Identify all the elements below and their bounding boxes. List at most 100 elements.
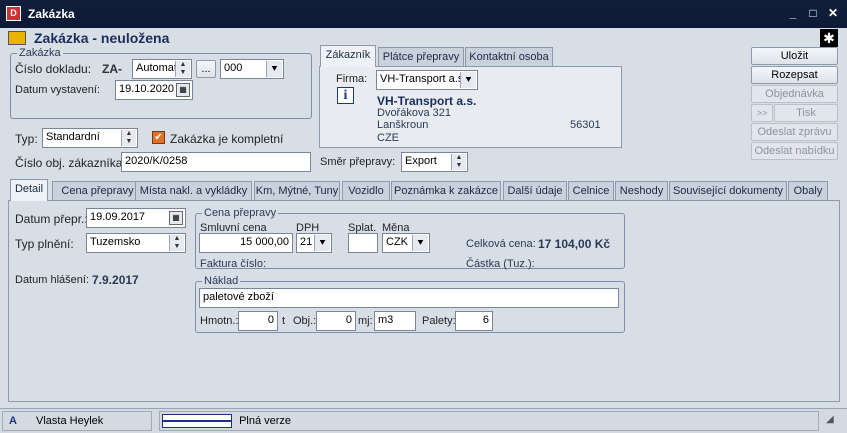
contract-price-input[interactable]: 15 000,00 [199,233,293,253]
pallets-input[interactable]: 6 [455,311,493,331]
doc-series-select[interactable]: 000 ⯆ [220,59,284,79]
spinner-arrows-icon[interactable]: ▲ ▼ [175,61,190,77]
tab-platce-prepravy[interactable]: Plátce přepravy [378,47,464,67]
print-options-button[interactable]: >> [751,104,773,122]
type-spinner[interactable]: Standardní ▲ ▼ [42,128,138,148]
tab-detail[interactable]: Detail [10,179,48,201]
window-titlebar[interactable]: D Zakázka _ □ ✕ [0,0,847,28]
price-group-label: Cena přepravy [202,207,279,219]
direction-label: Směr přepravy: [320,156,396,168]
order-number-input[interactable]: 2020/K/0258 [121,152,311,172]
status-user-cell: A Vlasta Heylek [2,411,152,431]
calendar-icon[interactable]: ▦ [169,211,183,225]
weight-input[interactable]: 0 [238,311,278,331]
app-icon: D [6,6,21,21]
resize-grip-icon[interactable]: ◢ [826,414,834,425]
cargo-description-input[interactable]: paletové zboží [199,288,619,308]
tab-poznamka[interactable]: Poznámka k zakázce [391,181,501,201]
customer-zip: 56301 [570,119,601,131]
complete-checkbox-label: Zakázka je kompletní [170,132,284,146]
vat-value: 21 [300,236,313,248]
dropdown-arrow-icon[interactable]: ⯆ [460,72,476,88]
customer-country: CZE [377,132,399,144]
dropdown-arrow-icon[interactable]: ⯆ [314,235,330,251]
gear-icon[interactable]: ✱ [820,29,838,47]
status-version-cell: Plná verze [159,411,819,431]
fulfilment-value: Tuzemsko [90,236,141,248]
spinner-arrows-icon[interactable]: ▲ ▼ [451,154,466,170]
spinner-arrows-icon[interactable]: ▲ ▼ [169,235,184,251]
type-value: Standardní [46,131,100,143]
tab-vozidlo[interactable]: Vozidlo [342,181,390,201]
send-offer-button[interactable]: Odeslat nabídku [751,142,838,160]
truck-icon [8,31,26,45]
pallets-label: Palety: [422,315,456,327]
doc-series-value: 000 [224,62,243,74]
firm-label: Firma: [336,73,368,85]
due-input[interactable] [348,233,378,253]
total-price-value: 17 104,00 Kč [538,237,611,251]
transport-date-value: 19.09.2017 [90,211,146,223]
minimize-icon[interactable]: _ [785,6,801,20]
send-message-button[interactable]: Odeslat zprávu [751,123,838,141]
status-user: Vlasta Heylek [36,415,104,427]
customer-city: Lanškroun [377,119,429,131]
tab-zakaznik[interactable]: Zákazník [320,45,376,67]
transport-date-label: Datum přepr.: [15,212,88,226]
window-title: Zakázka [28,7,75,21]
doc-prefix: ZA- [102,62,122,76]
fulfilment-spinner[interactable]: Tuzemsko ▲ ▼ [86,233,186,253]
report-date-value: 7.9.2017 [92,273,139,287]
version-indicator [162,414,232,429]
tab-mista-nakladky[interactable]: Místa nakl. a vykládky [135,181,252,201]
tab-dalsi-udaje[interactable]: Další údaje [503,181,567,201]
tab-km-mytne[interactable]: Km, Mýtné, Tuny [254,181,340,201]
volume-input[interactable]: 0 [316,311,356,331]
customer-street: Dvořákova 321 [377,107,451,119]
cargo-group-label: Náklad [202,275,241,287]
total-price-label: Celková cena: [466,238,536,250]
firm-select-value: VH-Transport a.s. [380,73,467,85]
issue-date-value: 19.10.2020 [119,83,175,95]
tab-celnice[interactable]: Celnice [568,181,614,201]
main-tabs: Detail Cena přepravy Místa nakl. a vyklá… [10,179,840,201]
form-header: Zakázka - neuložena ✱ [8,29,838,47]
tab-kontaktni-osoba[interactable]: Kontaktní osoba [465,47,553,67]
invoice-number-label: Faktura číslo: [200,258,267,270]
status-bar: A Vlasta Heylek Plná verze ◢ [0,408,847,433]
split-button[interactable]: Rozepsat [751,66,838,84]
info-icon[interactable]: i [337,87,354,104]
spinner-arrows-icon[interactable]: ▲ ▼ [121,130,136,146]
vat-select[interactable]: 21 ⯆ [296,233,332,253]
firm-select[interactable]: VH-Transport a.s. ⯆ [376,70,478,90]
calendar-icon[interactable]: ▦ [176,83,190,97]
doc-mode-spinner[interactable]: Automat ▲ ▼ [132,59,192,79]
direction-value: Export [405,155,437,167]
doc-number-browse-button[interactable]: ... [196,60,216,78]
direction-spinner[interactable]: Export ▲ ▼ [401,152,468,172]
volume-unit-label: mj: [358,315,373,327]
customer-tabs: Zákazník Plátce přepravy Kontaktní osoba [320,45,620,67]
volume-unit-input[interactable]: m3 [374,311,416,331]
maximize-icon[interactable]: □ [805,6,821,20]
save-button[interactable]: Uložit [751,47,838,65]
issue-date-field[interactable]: 19.10.2020 ▦ [115,80,193,100]
doc-number-label: Číslo dokladu: [15,62,92,76]
tab-cena-prepravy[interactable]: Cena přepravy [52,181,143,201]
dropdown-arrow-icon[interactable]: ⯆ [266,61,282,77]
print-button[interactable]: Tisk [774,104,838,122]
weight-unit: t [282,315,286,327]
dropdown-arrow-icon[interactable]: ⯆ [412,235,428,251]
fulfilment-label: Typ plnění: [15,237,74,251]
currency-select[interactable]: CZK ⯆ [382,233,430,253]
tab-souvisejici-dokumenty[interactable]: Související dokumenty [669,181,787,201]
order-button[interactable]: Objednávka [751,85,838,103]
complete-checkbox[interactable]: ✔ [152,131,165,144]
issue-date-label: Datum vystavení: [15,84,100,96]
tab-neshody[interactable]: Neshody [615,181,668,201]
tab-obaly[interactable]: Obaly [788,181,828,201]
status-version: Plná verze [239,415,292,427]
close-icon[interactable]: ✕ [825,6,841,20]
transport-date-field[interactable]: 19.09.2017 ▦ [86,208,186,228]
user-icon: A [9,415,17,427]
